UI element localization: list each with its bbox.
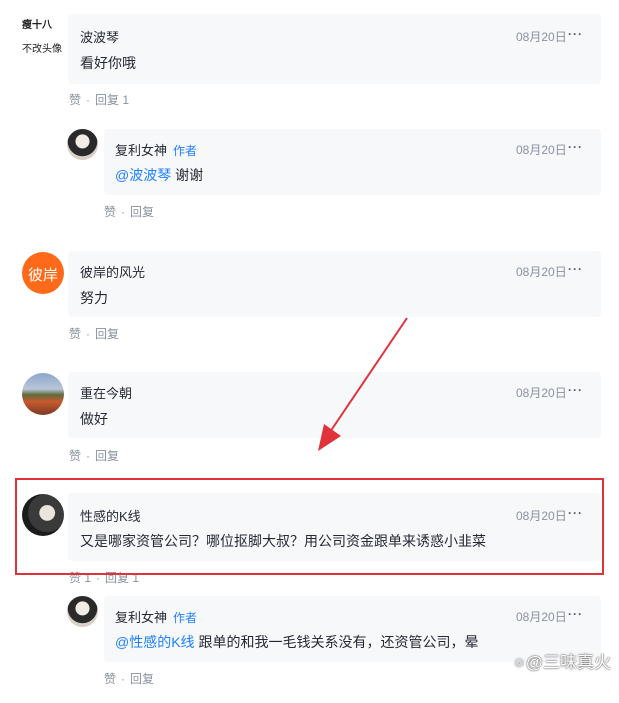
annotation-arrow xyxy=(318,317,408,451)
watermark-text: @三味真火 xyxy=(525,653,611,672)
arrow-head xyxy=(318,424,341,451)
watermark: ⌾ @三味真火 xyxy=(515,648,611,673)
arrow-shaft xyxy=(329,317,408,433)
watermark-logo-icon: ⌾ xyxy=(514,655,524,672)
